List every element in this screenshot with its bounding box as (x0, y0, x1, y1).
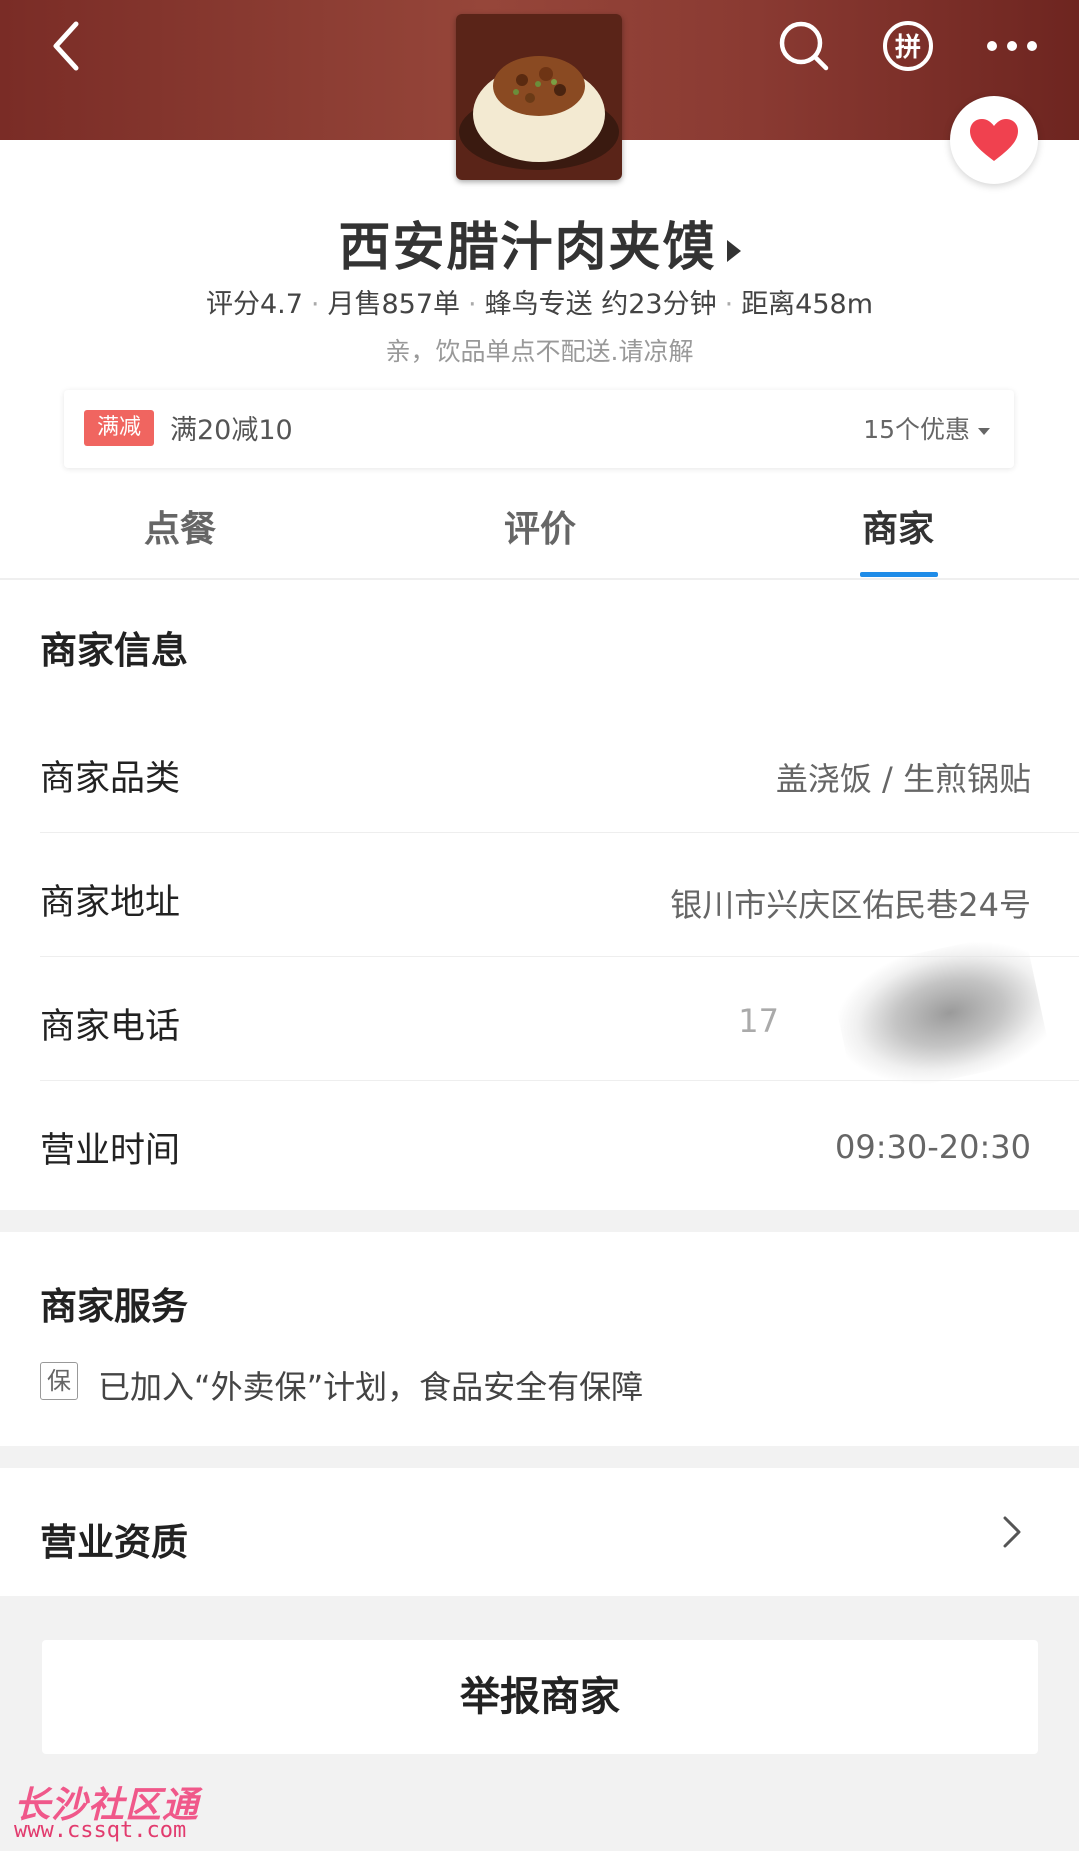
service-text: 已加入“外卖保”计划，食品安全有保障 (98, 1368, 644, 1406)
more-button[interactable] (980, 14, 1044, 78)
guarantee-icon: 保 (40, 1362, 78, 1400)
divider (40, 1080, 1079, 1081)
watermark-url: www.cssqt.com (14, 1818, 187, 1843)
chevron-right-icon (1000, 1514, 1024, 1554)
caret-down-icon (978, 427, 990, 435)
shop-name-text: 西安腊汁肉夹馍 (338, 218, 717, 278)
svg-text:拼: 拼 (895, 33, 921, 63)
tab-merchant[interactable]: 商家 (798, 500, 998, 552)
tab-order[interactable]: 点餐 (80, 500, 280, 552)
report-merchant-button[interactable]: 举报商家 (42, 1640, 1038, 1754)
monthly-sales: 月售857单 (327, 289, 461, 320)
distance: 距离458m (741, 289, 874, 320)
caret-right-icon (726, 240, 741, 262)
divider (40, 832, 1079, 833)
hours-value: 09:30-20:30 (835, 1128, 1031, 1166)
tab-reviews[interactable]: 评价 (440, 500, 640, 552)
promo-count[interactable]: 15个优惠 (863, 410, 990, 446)
promo-tag: 满减 (84, 410, 154, 446)
license-title: 营业资质 (40, 1521, 188, 1564)
phone-value[interactable]: 17 (738, 1002, 779, 1040)
address-label: 商家地址 (40, 883, 181, 923)
category-label: 商家品类 (40, 759, 181, 799)
heart-icon (970, 119, 1018, 161)
search-button[interactable] (772, 14, 836, 78)
promo-count-label: 15个优惠 (863, 415, 970, 444)
service-title: 商家服务 (40, 1285, 188, 1328)
shop-name[interactable]: 西安腊汁肉夹馍 (0, 205, 1079, 280)
separator-dot: · (310, 289, 320, 320)
promo-text: 满20减10 (170, 415, 293, 446)
search-icon (779, 21, 829, 71)
more-icon (987, 41, 1037, 51)
promo-bar[interactable]: 满减 满20减10 15个优惠 (64, 390, 1014, 468)
shop-notice: 亲，饮品单点不配送.请凉解 (385, 337, 694, 366)
separator-dot: · (468, 289, 477, 320)
active-tab-indicator (860, 572, 938, 577)
address-value: 银川市兴庆区佑民巷24号 (670, 886, 1031, 924)
category-value: 盖浇饭 / 生煎锅贴 (775, 760, 1031, 798)
phone-label: 商家电话 (40, 1007, 181, 1047)
group-order-icon: 拼 (883, 21, 933, 71)
separator-dot: · (724, 289, 734, 320)
rating: 评分4.7 (205, 289, 303, 320)
hours-label: 营业时间 (40, 1131, 181, 1171)
shop-meta: 评分4.7 · 月售857单 · 蜂鸟专送 约23分钟 · 距离458m (0, 282, 1079, 321)
chevron-left-icon (53, 21, 79, 71)
merchant-info-title: 商家信息 (40, 629, 188, 672)
delivery-info: 蜂鸟专送 约23分钟 (484, 289, 717, 320)
merchant-service-card (0, 1232, 1079, 1446)
favorite-button[interactable] (950, 96, 1038, 184)
store-image (456, 14, 622, 180)
group-order-button[interactable]: 拼 (876, 14, 940, 78)
back-button[interactable] (34, 14, 98, 78)
